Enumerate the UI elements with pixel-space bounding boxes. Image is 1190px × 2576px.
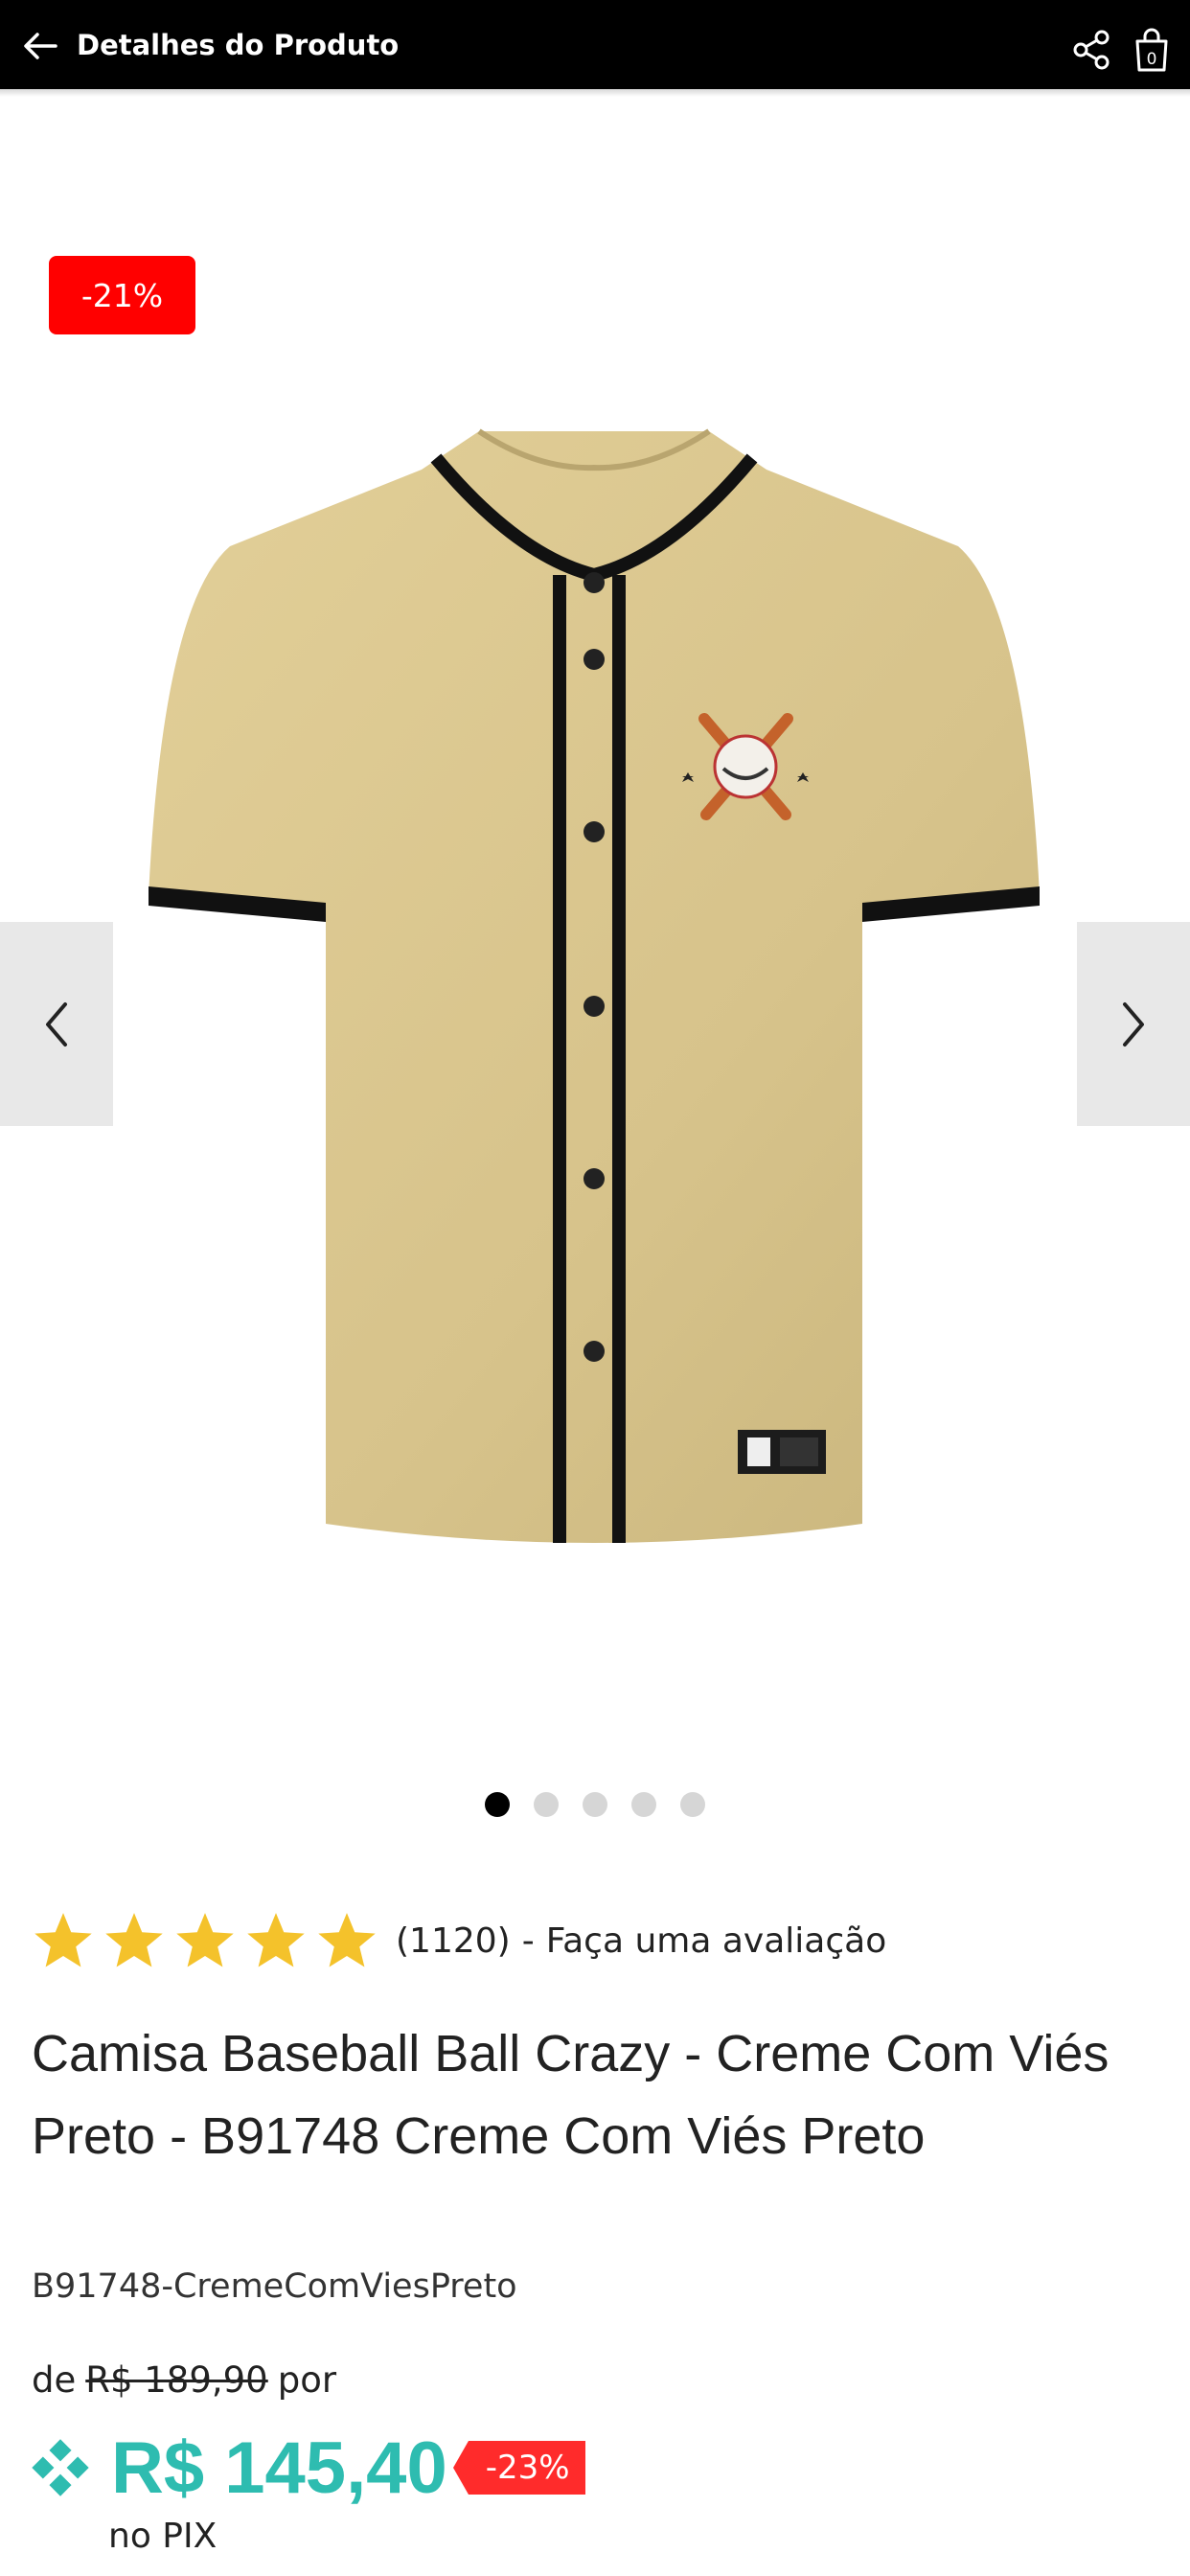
- chevron-right-icon: [1123, 1001, 1144, 1046]
- rating-separator: -: [521, 1920, 535, 1961]
- star-icon: [105, 1913, 163, 1967]
- pix-icon: [32, 2439, 89, 2496]
- pagination-dot-5[interactable]: [680, 1792, 705, 1817]
- shopping-bag-button[interactable]: 0: [1131, 27, 1173, 73]
- product-sku: B91748-CremeComViesPreto: [32, 2267, 517, 2306]
- back-button[interactable]: [19, 25, 61, 67]
- old-price-line: de R$ 189,90 por: [32, 2359, 336, 2401]
- chevron-left-icon: [46, 1001, 67, 1046]
- pix-price-row: R$ 145,40 -23%: [29, 2425, 585, 2511]
- pagination-dot-4[interactable]: [631, 1792, 656, 1817]
- page-title: Detalhes do Produto: [77, 28, 400, 61]
- product-image[interactable]: [134, 412, 1054, 1562]
- bag-count: 0: [1147, 50, 1157, 69]
- pagination-dot-3[interactable]: [583, 1792, 607, 1817]
- star-icon: [247, 1913, 305, 1967]
- app-header: Detalhes do Produto 0: [0, 0, 1190, 89]
- header-shadow: [0, 89, 1190, 97]
- star-icon: [34, 1913, 92, 1967]
- pix-discount-badge: -23%: [452, 2441, 585, 2495]
- gallery-prev-button[interactable]: [0, 922, 113, 1126]
- star-icon: [176, 1913, 234, 1967]
- share-icon: [1073, 30, 1110, 70]
- rating-count: (1120): [396, 1920, 511, 1961]
- hem-label: [738, 1430, 826, 1474]
- price-suffix: por: [277, 2359, 337, 2401]
- pix-price: R$ 145,40: [111, 2426, 447, 2509]
- pagination-dot-2[interactable]: [534, 1792, 559, 1817]
- arrow-left-icon: [24, 33, 57, 59]
- star-icon: [318, 1913, 376, 1967]
- gallery-pagination: [0, 1792, 1190, 1821]
- old-price: R$ 189,90: [85, 2359, 268, 2401]
- gallery-next-button[interactable]: [1077, 922, 1190, 1126]
- discount-badge: -21%: [49, 256, 195, 334]
- product-title: Camisa Baseball Ball Crazy - Creme Com V…: [32, 2025, 1110, 2165]
- share-button[interactable]: [1071, 29, 1113, 71]
- price-prefix: de: [32, 2359, 77, 2401]
- shopping-bag-icon: 0: [1135, 28, 1168, 72]
- product-rating: (1120) - Faça uma avaliação: [32, 1907, 886, 1974]
- pagination-dot-1[interactable]: [485, 1792, 510, 1817]
- write-review-link[interactable]: Faça uma avaliação: [546, 1921, 887, 1961]
- pix-note: no PIX: [108, 2517, 217, 2556]
